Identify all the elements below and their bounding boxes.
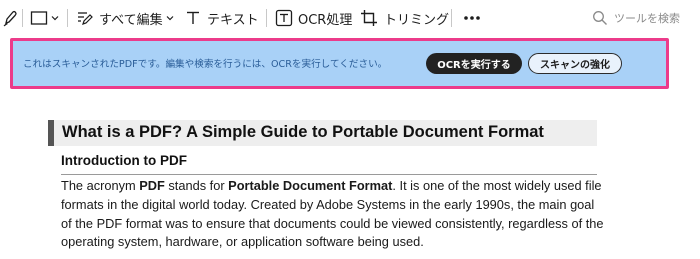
chevron-down-icon [166, 15, 174, 21]
text-icon [185, 10, 201, 26]
rectangle-icon [30, 10, 48, 26]
trimming-label: トリミング [384, 12, 450, 28]
toolbar-divider [266, 9, 267, 27]
document-subtitle: Introduction to PDF [61, 153, 187, 168]
pen-icon [3, 9, 17, 27]
edit-all-button[interactable]: すべて編集 [76, 0, 174, 36]
toolbar: すべて編集 テキスト OCR処理 トリミング ツールを検索 [0, 0, 700, 36]
body-line: operating system, hardware, or applicati… [61, 233, 606, 252]
trimming-button[interactable]: トリミング [360, 0, 449, 36]
pen-tool-button[interactable] [3, 0, 17, 36]
tool-search[interactable]: ツールを検索 [592, 0, 680, 36]
tool-search-placeholder: ツールを検索 [614, 12, 680, 25]
ocr-button[interactable]: OCR処理 [275, 0, 352, 36]
ocr-icon [275, 9, 293, 27]
body-line: of the PDF format was to ensure that doc… [61, 215, 606, 234]
edit-text-icon [76, 10, 94, 26]
edit-all-label: すべて編集 [99, 12, 163, 28]
text-tool-label: テキスト [207, 12, 259, 28]
body-text: . It is one of the most widely used file [392, 178, 602, 193]
title-accent-bar [48, 120, 54, 146]
toolbar-divider [67, 9, 68, 27]
more-horizontal-icon [463, 15, 481, 21]
crop-icon [360, 9, 378, 27]
toolbar-divider [22, 9, 23, 27]
ocr-label: OCR処理 [298, 12, 353, 28]
document-title: What is a PDF? A Simple Guide to Portabl… [62, 123, 544, 141]
search-icon [592, 10, 608, 26]
chevron-down-icon [51, 15, 59, 21]
body-text: stands for [164, 178, 229, 193]
scan-notice-banner: これはスキャンされたPDFです。編集や検索を行うには、OCRを実行してください。… [13, 41, 666, 86]
document-body: The acronym PDF stands for Portable Docu… [61, 177, 606, 252]
document-title-bar: What is a PDF? A Simple Guide to Portabl… [48, 120, 597, 146]
document-page: What is a PDF? A Simple Guide to Portabl… [0, 89, 700, 259]
body-bold-text: PDF [139, 178, 165, 193]
body-text: The acronym [61, 178, 140, 193]
body-text: operating system, hardware, or applicati… [61, 234, 424, 250]
toolbar-divider [451, 9, 452, 27]
body-line: The acronym PDF stands for Portable Docu… [61, 177, 606, 196]
body-bold-text: Portable Document Format [228, 178, 393, 193]
run-ocr-button[interactable]: OCRを実行する [426, 53, 522, 74]
shape-tool-button[interactable] [30, 0, 59, 36]
more-button[interactable] [463, 0, 481, 36]
body-line: formats in the digital world today. Crea… [61, 196, 606, 215]
text-tool-button[interactable]: テキスト [185, 0, 259, 36]
body-text: formats in the digital world today. Crea… [61, 196, 595, 212]
scan-notice-message: これはスキャンされたPDFです。編集や検索を行うには、OCRを実行してください。 [23, 59, 388, 70]
body-text: of the PDF format was to ensure that doc… [61, 215, 604, 231]
enhance-scan-button[interactable]: スキャンの強化 [528, 53, 622, 74]
subtitle-divider [61, 174, 597, 175]
